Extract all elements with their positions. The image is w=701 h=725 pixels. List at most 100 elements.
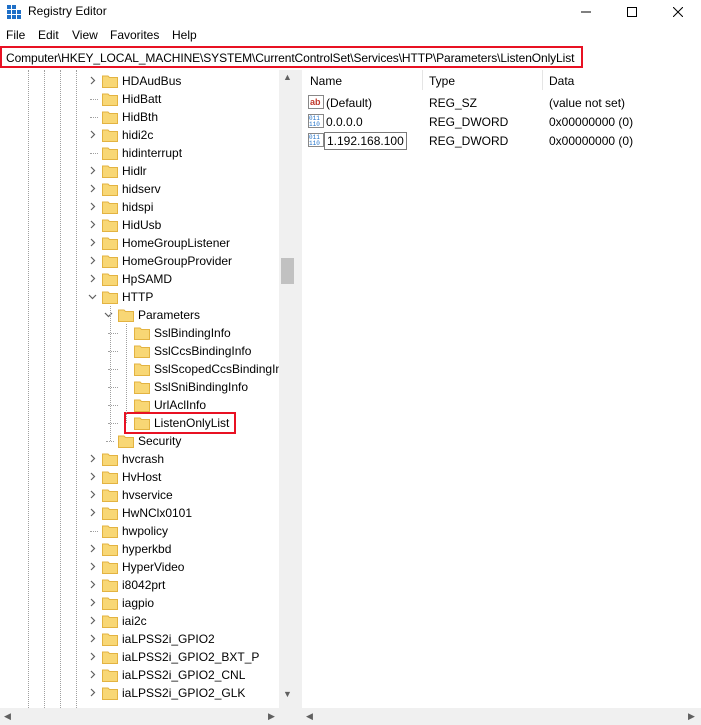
chevron-right-icon[interactable] <box>88 256 97 265</box>
column-divider[interactable] <box>422 70 423 90</box>
window-title: Registry Editor <box>28 4 107 18</box>
maximize-button[interactable] <box>609 0 655 24</box>
chevron-right-icon[interactable] <box>88 544 97 553</box>
chevron-right-icon[interactable] <box>88 598 97 607</box>
tree-node[interactable]: iai2c <box>0 612 279 630</box>
chevron-right-icon[interactable] <box>88 220 97 229</box>
chevron-right-icon[interactable] <box>88 76 97 85</box>
value-name[interactable]: 1.192.168.100 <box>324 132 407 150</box>
tree-node-label: hvcrash <box>122 452 165 466</box>
registry-tree[interactable]: HDAudBus HidBatt HidBth hidi2c hidinterrupt H… <box>0 70 296 708</box>
chevron-right-icon[interactable] <box>88 508 97 517</box>
values-pane: Name Type Data ab (Default) REG_SZ (valu… <box>302 70 701 710</box>
chevron-down-icon[interactable] <box>88 292 97 301</box>
scroll-left-icon[interactable]: ◀ <box>306 711 313 722</box>
tree-node[interactable]: HyperVideo <box>0 558 279 576</box>
tree-node[interactable]: HomeGroupProvider <box>0 252 279 270</box>
menu-favorites[interactable]: Favorites <box>110 28 159 42</box>
chevron-right-icon[interactable] <box>88 202 97 211</box>
chevron-right-icon[interactable] <box>88 670 97 679</box>
tree-node[interactable]: Security <box>0 432 279 450</box>
close-button[interactable] <box>655 0 701 24</box>
chevron-right-icon[interactable] <box>88 130 97 139</box>
folder-icon <box>102 165 118 178</box>
tree-node[interactable]: ListenOnlyList <box>0 412 279 434</box>
tree-node[interactable]: SslBindingInfo <box>0 324 279 342</box>
menu-bar: File Edit View Favorites Help <box>0 26 701 46</box>
folder-icon <box>102 273 118 286</box>
value-row[interactable]: ab (Default) REG_SZ (value not set) <box>302 94 701 112</box>
chevron-right-icon[interactable] <box>88 634 97 643</box>
column-header-name[interactable]: Name <box>310 74 342 94</box>
tree-node[interactable]: hyperkbd <box>0 540 279 558</box>
column-header-type[interactable]: Type <box>429 74 455 94</box>
title-bar: Registry Editor <box>0 0 701 24</box>
tree-node[interactable]: hwpolicy <box>0 522 279 540</box>
chevron-right-icon[interactable] <box>88 454 97 463</box>
scroll-down-icon[interactable]: ▼ <box>283 689 292 699</box>
tree-node[interactable]: HTTP <box>0 288 279 306</box>
tree-node[interactable]: HpSAMD <box>0 270 279 288</box>
chevron-down-icon[interactable] <box>104 310 113 319</box>
folder-icon <box>134 327 150 340</box>
tree-node[interactable]: i8042prt <box>0 576 279 594</box>
chevron-right-icon[interactable] <box>88 688 97 697</box>
chevron-right-icon[interactable] <box>88 490 97 499</box>
chevron-right-icon[interactable] <box>88 616 97 625</box>
tree-node[interactable]: Parameters <box>0 306 279 324</box>
tree-node[interactable]: SslSniBindingInfo <box>0 378 279 396</box>
chevron-right-icon[interactable] <box>88 274 97 283</box>
menu-view[interactable]: View <box>72 28 98 42</box>
tree-node[interactable]: HDAudBus <box>0 72 279 90</box>
scroll-up-icon[interactable]: ▲ <box>283 72 292 82</box>
chevron-right-icon[interactable] <box>88 652 97 661</box>
tree-node[interactable]: hidinterrupt <box>0 144 279 162</box>
chevron-right-icon[interactable] <box>88 184 97 193</box>
tree-node[interactable]: HwNClx0101 <box>0 504 279 522</box>
scroll-right-icon[interactable]: ▶ <box>268 711 275 722</box>
tree-node-label: hidinterrupt <box>122 146 183 160</box>
tree-node[interactable]: hidspi <box>0 198 279 216</box>
menu-help[interactable]: Help <box>172 28 197 42</box>
scroll-right-icon[interactable]: ▶ <box>688 711 695 722</box>
column-header-data[interactable]: Data <box>549 74 574 94</box>
chevron-right-icon[interactable] <box>88 238 97 247</box>
value-name: (Default) <box>326 96 373 110</box>
tree-vertical-scrollbar[interactable]: ▲ ▼ <box>279 70 296 708</box>
tree-horizontal-scrollbar[interactable]: ◀ ▶ <box>0 708 296 725</box>
tree-node[interactable]: HidBth <box>0 108 279 126</box>
values-horizontal-scrollbar[interactable]: ◀ ▶ <box>302 708 701 725</box>
tree-node-label: Hidlr <box>122 164 147 178</box>
address-path[interactable]: Computer\HKEY_LOCAL_MACHINE\SYSTEM\Curre… <box>6 51 574 65</box>
tree-scroll-thumb[interactable] <box>281 258 294 284</box>
tree-node[interactable]: SslScopedCcsBindingInfo <box>0 360 292 378</box>
tree-node[interactable]: iaLPSS2i_GPIO2_GLK <box>0 684 279 702</box>
value-row[interactable]: 011 110 0.0.0.0 REG_DWORD 0x00000000 (0) <box>302 113 701 131</box>
scroll-left-icon[interactable]: ◀ <box>4 711 11 722</box>
tree-node[interactable]: hidserv <box>0 180 279 198</box>
tree-guide-line <box>106 441 114 442</box>
tree-node[interactable]: iagpio <box>0 594 279 612</box>
value-row[interactable]: 011 110 1.192.168.100 REG_DWORD 0x000000… <box>302 132 701 150</box>
chevron-right-icon[interactable] <box>88 580 97 589</box>
chevron-right-icon[interactable] <box>88 166 97 175</box>
tree-node[interactable]: Hidlr <box>0 162 279 180</box>
tree-node[interactable]: HidBatt <box>0 90 279 108</box>
chevron-right-icon[interactable] <box>88 562 97 571</box>
tree-node[interactable]: HidUsb <box>0 216 279 234</box>
chevron-right-icon[interactable] <box>88 472 97 481</box>
tree-node[interactable]: hvcrash <box>0 450 279 468</box>
tree-node[interactable]: hvservice <box>0 486 279 504</box>
tree-node[interactable]: HomeGroupListener <box>0 234 279 252</box>
column-divider[interactable] <box>542 70 543 90</box>
tree-node[interactable]: iaLPSS2i_GPIO2_BXT_P <box>0 648 279 666</box>
tree-node[interactable]: hidi2c <box>0 126 279 144</box>
menu-file[interactable]: File <box>6 28 25 42</box>
tree-node[interactable]: iaLPSS2i_GPIO2_CNL <box>0 666 279 684</box>
address-bar[interactable]: Computer\HKEY_LOCAL_MACHINE\SYSTEM\Curre… <box>0 46 583 68</box>
minimize-button[interactable] <box>563 0 609 24</box>
tree-node[interactable]: iaLPSS2i_GPIO2 <box>0 630 279 648</box>
tree-node[interactable]: SslCcsBindingInfo <box>0 342 279 360</box>
tree-node[interactable]: HvHost <box>0 468 279 486</box>
menu-edit[interactable]: Edit <box>38 28 59 42</box>
